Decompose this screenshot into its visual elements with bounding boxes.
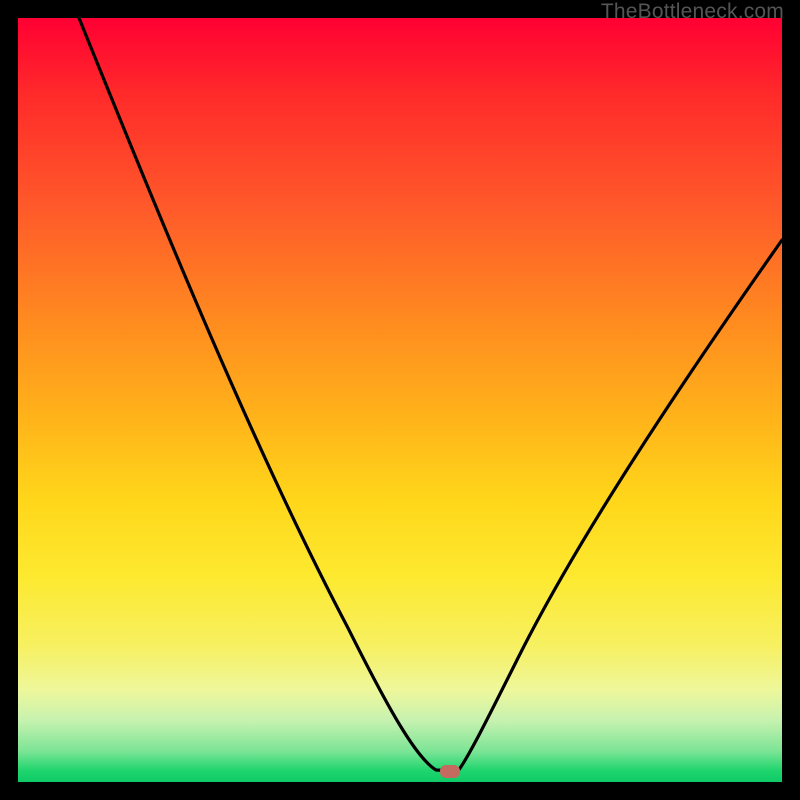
attribution-text: TheBottleneck.com bbox=[601, 0, 784, 24]
bottleneck-curve bbox=[79, 18, 782, 771]
chart-frame: TheBottleneck.com bbox=[0, 0, 800, 800]
min-marker bbox=[440, 765, 460, 778]
plot-area bbox=[18, 18, 782, 782]
curve-svg bbox=[18, 18, 782, 782]
